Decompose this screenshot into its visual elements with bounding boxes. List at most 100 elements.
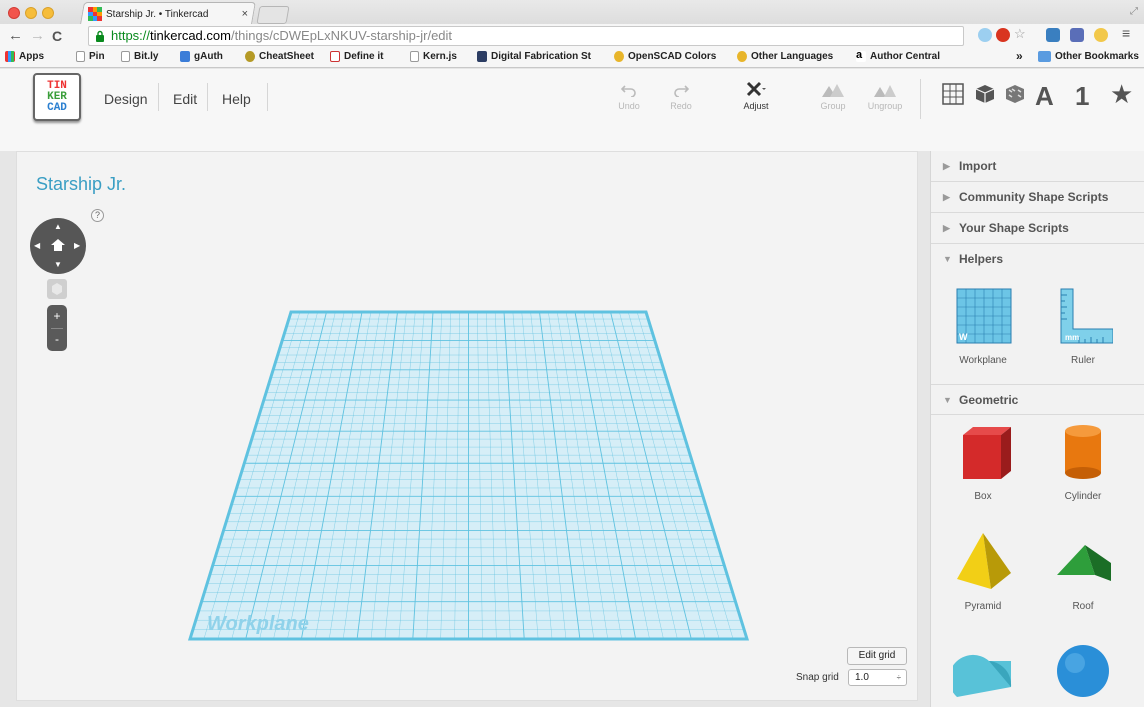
section-geometric[interactable]: ▼ Geometric <box>931 384 1144 415</box>
bookmark-gauth[interactable]: gAuth <box>180 51 223 62</box>
select-arrows-icon: ÷ <box>896 673 901 682</box>
fullscreen-icon[interactable]: ⤢ <box>1130 6 1138 17</box>
design-canvas[interactable]: Workplane Starship Jr. ▲ ▼ ◀ ▶ ? + - Edi… <box>16 151 918 701</box>
bookmarks-overflow-icon[interactable]: » <box>1016 49 1023 63</box>
bookmark-apps[interactable]: Apps <box>5 51 44 62</box>
lock-icon <box>96 30 104 42</box>
bookmark-digital-fabrication[interactable]: Digital Fabrication St <box>477 51 617 62</box>
other-bookmarks[interactable]: Other Bookmarks <box>1038 51 1139 62</box>
snap-grid-select[interactable]: 1.0 ÷ <box>848 669 907 686</box>
text-shape-icon[interactable]: A <box>1035 81 1054 112</box>
pocket-extension-icon[interactable] <box>1070 28 1084 42</box>
helper-ruler[interactable]: mm Ruler <box>1041 285 1125 375</box>
chrome-menu-icon[interactable]: ≡ <box>1122 25 1136 41</box>
undo-label: Undo <box>618 101 640 111</box>
section-your-shape-scripts[interactable]: ▶ Your Shape Scripts <box>931 213 1144 244</box>
reload-icon[interactable]: C <box>52 28 62 44</box>
snap-grid-value: 1.0 <box>855 672 869 683</box>
other-bookmarks-label: Other Bookmarks <box>1055 51 1139 62</box>
ungroup-button[interactable]: Ungroup <box>860 79 910 111</box>
workplane-grid[interactable]: Workplane <box>17 152 917 700</box>
section-label: Community Shape Scripts <box>959 190 1109 204</box>
face-extension-icon[interactable] <box>1094 28 1108 42</box>
design-title[interactable]: Starship Jr. <box>36 174 126 195</box>
nav-right-icon[interactable]: ▶ <box>74 241 80 250</box>
toolbar-divider <box>920 79 921 119</box>
menu-help[interactable]: Help <box>222 91 251 107</box>
bookmark-pin[interactable]: Pin <box>76 51 105 62</box>
bookmark-label: OpenSCAD Colors <box>628 51 717 62</box>
bookmark-kernjs[interactable]: Kern.js <box>410 51 457 62</box>
menu-design[interactable]: Design <box>104 91 148 107</box>
bookmark-label: Other Languages <box>751 51 834 62</box>
snap-grid-label: Snap grid <box>796 672 839 683</box>
solid-cube-icon[interactable] <box>974 83 996 105</box>
address-bar[interactable]: https://tinkercad.com/things/cDWEpLxNKUV… <box>88 26 964 46</box>
home-icon[interactable] <box>50 238 66 252</box>
section-import[interactable]: ▶ Import <box>931 151 1144 182</box>
section-helpers[interactable]: ▼ Helpers <box>931 244 1144 275</box>
edit-grid-button[interactable]: Edit grid <box>847 647 907 665</box>
nav-down-icon[interactable]: ▼ <box>54 260 62 269</box>
shape-box[interactable]: Box <box>941 421 1025 511</box>
redo-button[interactable]: Redo <box>656 79 706 111</box>
zoom-window-button[interactable] <box>42 7 54 19</box>
view-navigation-wheel[interactable]: ▲ ▼ ◀ ▶ <box>30 218 86 274</box>
minimize-window-button[interactable] <box>25 7 37 19</box>
menu-edit[interactable]: Edit <box>173 91 197 107</box>
bookmark-label: CheatSheet <box>259 51 315 62</box>
logo-line-3: CAD <box>47 102 67 114</box>
section-community-shape-scripts[interactable]: ▶ Community Shape Scripts <box>931 182 1144 213</box>
zoom-out-button[interactable]: - <box>47 329 67 351</box>
shape-label: Cylinder <box>1064 491 1102 502</box>
shape-sphere[interactable] <box>1041 639 1125 707</box>
star-shape-icon[interactable]: ★ <box>1110 79 1133 110</box>
adblock-extension-icon[interactable] <box>996 28 1010 42</box>
shape-roof[interactable]: Roof <box>1041 531 1125 621</box>
star-bookmark-icon[interactable]: ☆ <box>1014 26 1028 41</box>
close-window-button[interactable] <box>8 7 20 19</box>
bookmark-openscad-colors[interactable]: OpenSCAD Colors <box>614 51 716 62</box>
moon-extension-icon[interactable] <box>978 28 992 42</box>
pyramid-shape-icon <box>957 533 1011 589</box>
url-host: tinkercad.com <box>150 28 231 43</box>
number-shape-icon[interactable]: 1 <box>1075 81 1089 112</box>
browser-tab-content: Starship Jr. • Tinkercad × <box>88 4 248 24</box>
adjust-button[interactable]: Adjust <box>731 79 781 111</box>
bookmark-other-languages[interactable]: Other Languages <box>737 51 833 62</box>
nav-up-icon[interactable]: ▲ <box>54 222 62 231</box>
expanded-triangle-icon: ▼ <box>943 254 952 264</box>
group-button[interactable]: Group <box>808 79 858 111</box>
redo-icon <box>656 79 706 101</box>
forward-arrow-icon[interactable]: → <box>30 27 45 44</box>
bookmark-bitly[interactable]: Bit.ly <box>121 51 158 62</box>
screen-capture-extension-icon[interactable] <box>1046 28 1060 42</box>
collapsed-triangle-icon: ▶ <box>943 161 950 171</box>
grid-view-icon[interactable] <box>942 83 964 105</box>
nav-left-icon[interactable]: ◀ <box>34 241 40 250</box>
orthographic-view-button[interactable] <box>47 279 67 299</box>
cube-icon <box>52 283 62 295</box>
openscad-icon <box>737 51 747 62</box>
undo-icon <box>604 79 654 101</box>
shape-cylinder[interactable]: Cylinder <box>1041 421 1125 511</box>
zoom-in-button[interactable]: + <box>47 305 67 328</box>
hole-cube-icon[interactable] <box>1004 83 1026 105</box>
back-arrow-icon[interactable]: ← <box>8 27 23 44</box>
tinkercad-logo[interactable]: TIN KER CAD <box>33 73 81 121</box>
section-label: Import <box>959 159 997 173</box>
undo-button[interactable]: Undo <box>604 79 654 111</box>
shape-half-cylinder[interactable] <box>941 639 1025 707</box>
sphere-shape-icon <box>1057 645 1109 697</box>
tab-close-icon[interactable]: × <box>242 8 248 20</box>
adjust-icon <box>731 79 781 101</box>
app-header: TIN KER CAD Design Edit Help Undo Redo A… <box>0 69 1144 151</box>
help-icon[interactable]: ? <box>91 209 104 222</box>
bookmark-define-it[interactable]: Define it <box>330 51 383 62</box>
bookmark-label: Kern.js <box>423 51 457 62</box>
new-tab-button[interactable] <box>256 6 290 24</box>
bookmark-author-central[interactable]: a Author Central <box>856 50 940 62</box>
shape-pyramid[interactable]: Pyramid <box>941 531 1025 621</box>
bookmark-cheatsheet[interactable]: CheatSheet <box>245 51 314 62</box>
helper-workplane[interactable]: W Workplane <box>941 285 1025 375</box>
